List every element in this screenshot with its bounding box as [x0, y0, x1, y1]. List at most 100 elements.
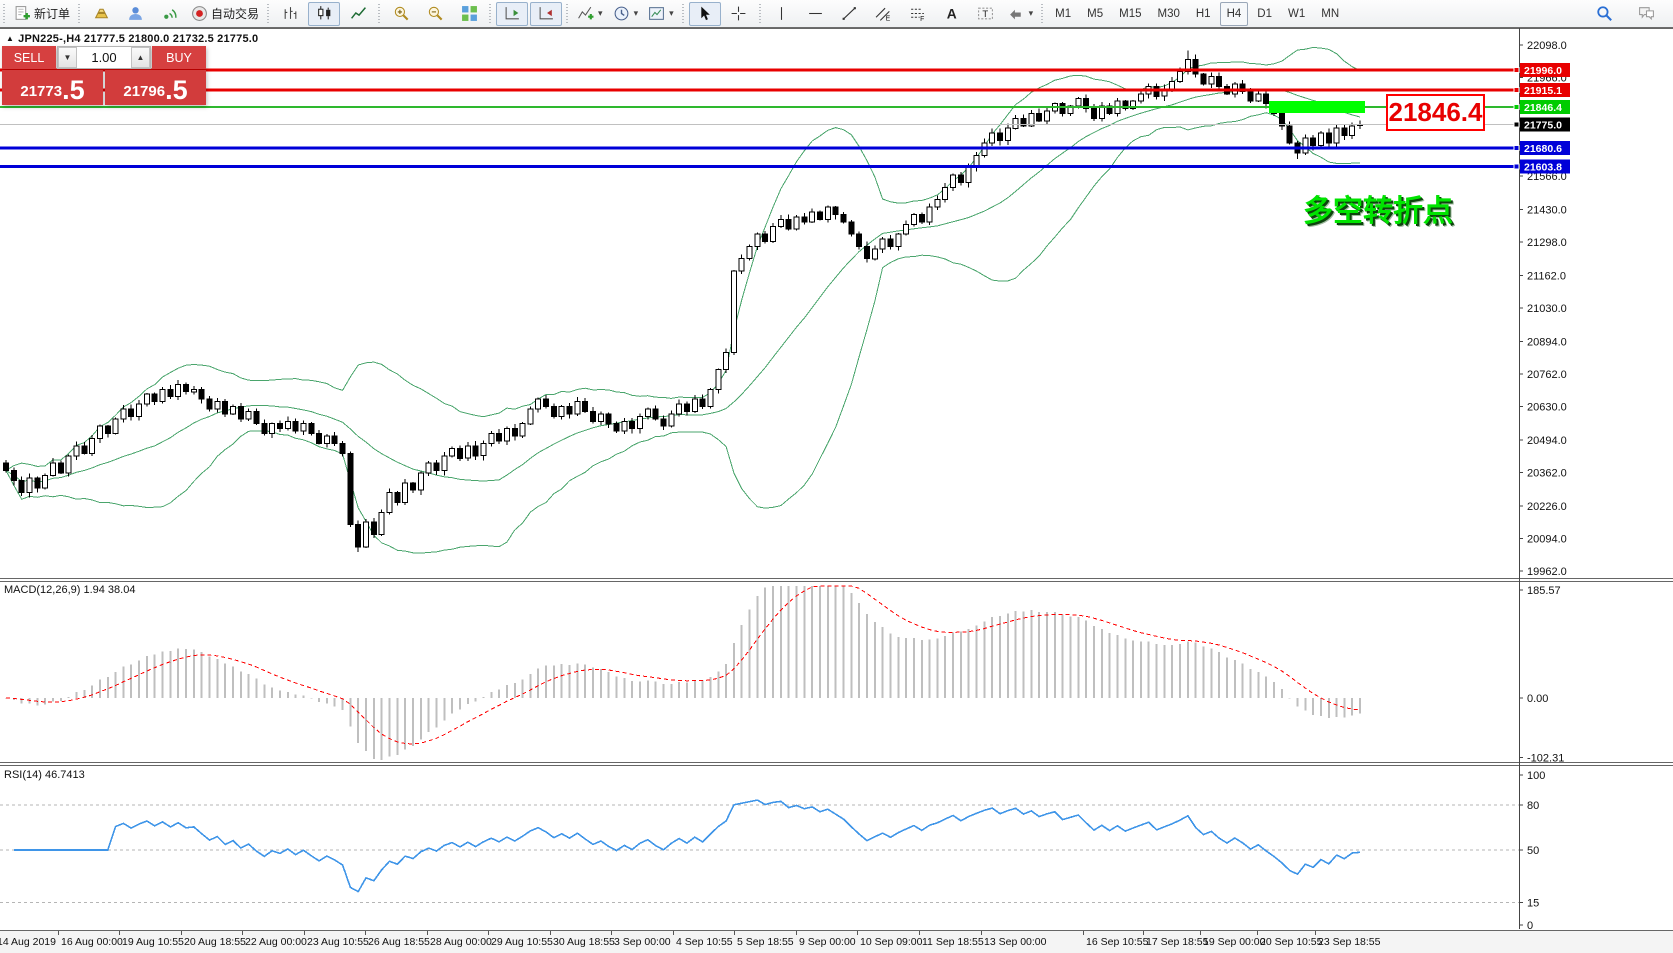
time-tick [550, 931, 551, 935]
gold-button[interactable] [85, 2, 117, 26]
indicators-button[interactable]: ▾ [573, 2, 607, 26]
timeframe-w1[interactable]: W1 [1281, 2, 1312, 26]
signal-icon [161, 5, 178, 22]
toolbar-grip[interactable] [1040, 4, 1045, 24]
toolbar-grip[interactable] [266, 4, 271, 24]
svg-text:21680.6: 21680.6 [1524, 143, 1562, 155]
svg-text:21030.0: 21030.0 [1527, 303, 1567, 315]
crosshair-button[interactable] [723, 2, 755, 26]
vline-button[interactable] [766, 2, 798, 26]
volume-decrease-button[interactable]: ▼ [58, 47, 77, 68]
svg-text:21775.0: 21775.0 [1524, 120, 1562, 132]
toolbar-grip[interactable] [565, 4, 570, 24]
auto-scroll-button[interactable] [530, 2, 562, 26]
timeframe-h4[interactable]: H4 [1220, 2, 1249, 26]
timeframe-m1[interactable]: M1 [1048, 2, 1078, 26]
volume-value[interactable]: 1.00 [77, 47, 131, 68]
shift-end-icon [504, 5, 521, 22]
svg-text:0.00: 0.00 [1527, 693, 1548, 705]
time-tick [181, 931, 182, 935]
candle-chart-button[interactable] [308, 2, 340, 26]
line-chart-button[interactable] [342, 2, 374, 26]
timeframe-mn[interactable]: MN [1314, 2, 1346, 26]
channel-icon: E [875, 5, 892, 22]
chart-svg[interactable]: 22098.021966.021566.021430.021298.021162… [0, 28, 1673, 952]
terminal-window: 新订单 自动交易 ▾ ▾ ▾ E FA T ▾ M1M5M15M30H1H4D1W1MN 2209… [0, 0, 1673, 952]
sell-price[interactable]: 21773.5 [2, 70, 103, 105]
sell-button[interactable]: SELL [2, 46, 56, 69]
timeframe-m5[interactable]: M5 [1080, 2, 1110, 26]
trend-icon [841, 5, 858, 22]
collapse-triangle-icon[interactable]: ▲ [6, 34, 14, 43]
tile-icon [461, 5, 478, 22]
toolbar-grip[interactable] [758, 4, 763, 24]
autotrade-button[interactable]: 自动交易 [187, 2, 263, 26]
shapes-button[interactable]: ▾ [1004, 2, 1038, 26]
chat-button[interactable] [1630, 2, 1662, 26]
zoom-out-button[interactable] [419, 2, 451, 26]
svg-text:20094.0: 20094.0 [1527, 533, 1567, 545]
buy-price-big: .5 [165, 77, 188, 104]
toolbar-grip[interactable] [377, 4, 382, 24]
bar-chart-button[interactable] [274, 2, 306, 26]
channel-button[interactable]: E [868, 2, 900, 26]
buy-button[interactable]: BUY [152, 46, 206, 69]
signal-button[interactable] [153, 2, 185, 26]
time-tick [304, 931, 305, 935]
time-label: 14 Aug 2019 [0, 936, 56, 948]
templates-button[interactable]: ▾ [644, 2, 678, 26]
time-axis[interactable]: 14 Aug 201916 Aug 00:0019 Aug 10:5520 Au… [0, 930, 1673, 953]
chart-canvas[interactable]: 22098.021966.021566.021430.021298.021162… [0, 28, 1673, 952]
time-tick [981, 931, 982, 935]
svg-text:20494.0: 20494.0 [1527, 435, 1567, 447]
hline-button[interactable] [800, 2, 832, 26]
svg-text:21996.0: 21996.0 [1524, 65, 1562, 77]
svg-text:15: 15 [1527, 898, 1539, 910]
search-icon [1596, 5, 1613, 22]
time-label: 29 Aug 10:55 [491, 936, 553, 948]
periods-button[interactable]: ▾ [609, 2, 643, 26]
svg-text:80: 80 [1527, 800, 1539, 812]
dropdown-caret-icon[interactable]: ▾ [669, 8, 674, 19]
zoom-in-button[interactable] [385, 2, 417, 26]
cursor-button[interactable] [689, 2, 721, 26]
candles-icon [316, 5, 333, 22]
toolbar-right [1587, 2, 1673, 26]
search-button[interactable] [1588, 2, 1620, 26]
svg-text:A: A [947, 5, 957, 21]
tile-windows-button[interactable] [453, 2, 485, 26]
time-label: 22 Aug 00:00 [245, 936, 307, 948]
svg-text:19962.0: 19962.0 [1527, 566, 1567, 578]
dropdown-caret-icon[interactable]: ▾ [598, 8, 603, 19]
toolbar-grip[interactable] [2, 4, 7, 24]
rsi-indicator-label: RSI(14) 46.7413 [4, 769, 85, 781]
vline-icon [773, 5, 790, 22]
cursor-icon [696, 5, 713, 22]
toolbar-grip[interactable] [681, 4, 686, 24]
dropdown-caret-icon[interactable]: ▾ [1029, 8, 1034, 19]
fibonacci-button[interactable]: F [902, 2, 934, 26]
time-tick [1200, 931, 1201, 935]
svg-text:E: E [886, 15, 891, 22]
shift-end-button[interactable] [496, 2, 528, 26]
trendline-button[interactable] [834, 2, 866, 26]
price-annotation-box[interactable]: 21846.4 [1386, 94, 1485, 131]
timeframe-d1[interactable]: D1 [1250, 2, 1279, 26]
text-button[interactable]: A [936, 2, 968, 26]
dropdown-caret-icon[interactable]: ▾ [634, 8, 639, 19]
buy-price[interactable]: 21796.5 [105, 70, 206, 105]
timeframe-m15[interactable]: M15 [1112, 2, 1148, 26]
timeframe-m30[interactable]: M30 [1151, 2, 1187, 26]
crosshair-icon [730, 5, 747, 22]
new-order-button[interactable]: 新订单 [10, 2, 74, 26]
toolbar-grip[interactable] [77, 4, 82, 24]
time-tick [1143, 931, 1144, 935]
expert-button[interactable] [119, 2, 151, 26]
label-t-icon: T [977, 5, 994, 22]
volume-increase-button[interactable]: ▲ [131, 47, 150, 68]
timeframe-h1[interactable]: H1 [1189, 2, 1218, 26]
one-click-trade-panel: SELL ▼ 1.00 ▲ BUY 21773.5 21796.5 [2, 46, 206, 105]
time-label: 10 Sep 09:00 [860, 936, 922, 948]
label-button[interactable]: T [970, 2, 1002, 26]
toolbar-grip[interactable] [488, 4, 493, 24]
